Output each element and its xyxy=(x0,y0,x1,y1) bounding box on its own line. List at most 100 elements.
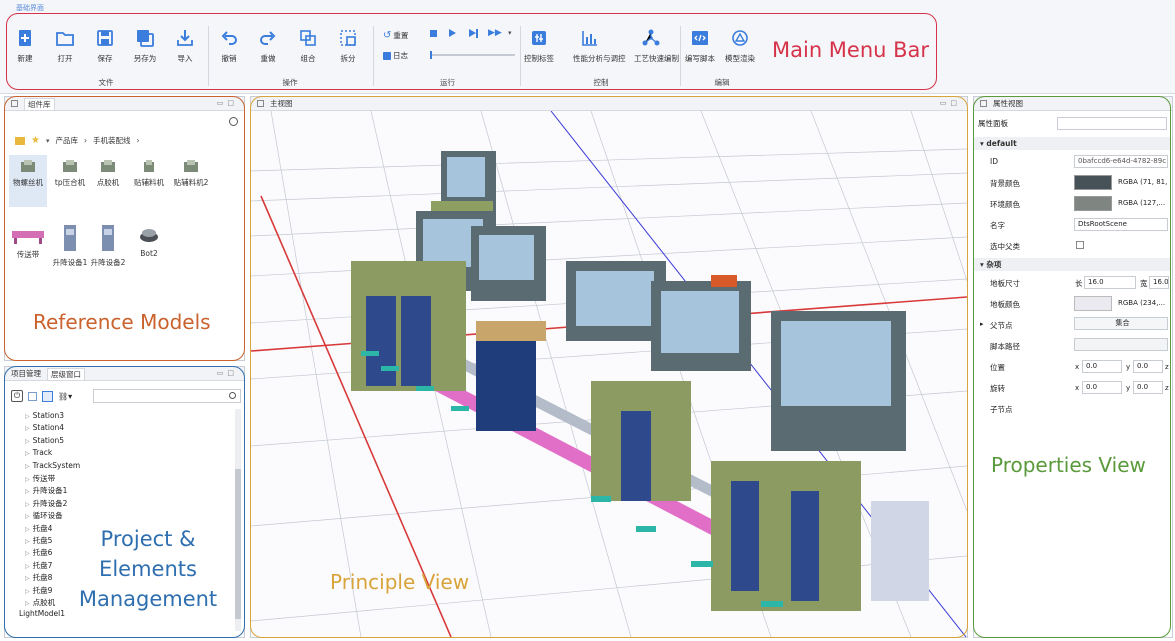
3d-scene-canvas[interactable] xyxy=(251,111,967,637)
tree-item[interactable]: ▷ 托盘8 xyxy=(25,572,52,583)
fast-forward-icon[interactable]: ▶▶ xyxy=(488,29,502,38)
open-button[interactable]: 打开 xyxy=(48,28,82,64)
tree-item[interactable]: ▷ 循环设备 xyxy=(25,510,63,521)
collapse-icon[interactable] xyxy=(28,391,37,401)
component-item[interactable]: Bot2 xyxy=(130,223,168,258)
sort-icon[interactable] xyxy=(42,390,53,402)
tree-item[interactable]: ▷ Station5 xyxy=(25,436,64,445)
chevron-down-icon[interactable]: ▾ xyxy=(46,137,50,145)
pos-x-field[interactable]: 0.0 xyxy=(1082,360,1122,373)
window-controls[interactable]: ▭□ xyxy=(940,99,961,107)
tree-item[interactable]: ▷ 升降设备2 xyxy=(25,498,67,509)
id-field[interactable]: 0bafccd6-e64d-4782-89c xyxy=(1074,155,1168,168)
expand-arrow-icon[interactable]: ▷ xyxy=(25,600,30,607)
speed-slider[interactable] xyxy=(430,51,515,59)
expand-arrow-icon[interactable]: ▷ xyxy=(25,563,30,570)
component-library-tab[interactable]: 组件库 xyxy=(24,97,55,110)
tree-item[interactable]: ▷ 点胶机 xyxy=(25,597,55,608)
script-button[interactable]: 编写脚本 xyxy=(683,28,717,64)
rot-y-field[interactable]: 0.0 xyxy=(1133,381,1163,394)
power-icon[interactable]: ⏻ xyxy=(11,390,23,402)
tree-item[interactable]: ▷ Station3 xyxy=(25,411,64,420)
tree-item[interactable]: ▷ 托盘7 xyxy=(25,560,52,571)
parent-select-checkbox[interactable] xyxy=(1076,241,1084,249)
hierarchy-tab[interactable]: 层级窗口 xyxy=(47,367,85,380)
section-default[interactable]: ▾ default xyxy=(974,137,1170,150)
name-field[interactable]: DtsRootScene xyxy=(1074,218,1168,231)
slider-thumb[interactable] xyxy=(430,51,432,59)
expand-arrow-icon[interactable]: ▷ xyxy=(25,425,30,432)
reset-button[interactable]: ↺ 重置 xyxy=(383,30,408,41)
tab-basic[interactable]: 基础界面 xyxy=(16,3,44,14)
save-button[interactable]: 保存 xyxy=(88,28,122,64)
tree-item[interactable]: ▷ 传送带 xyxy=(25,473,55,484)
parent-node-button[interactable]: 集合 xyxy=(1074,317,1168,330)
script-path-field[interactable] xyxy=(1074,338,1168,351)
render-button[interactable]: 模型渲染 xyxy=(723,28,757,64)
expand-arrow-icon[interactable]: ▷ xyxy=(25,438,30,445)
log-checkbox[interactable]: 日志 xyxy=(383,50,408,61)
expand-arrow-icon[interactable]: ▷ xyxy=(25,538,30,545)
expand-arrow-icon[interactable]: ▷ xyxy=(25,575,30,582)
expand-arrow-icon[interactable]: ▷ xyxy=(25,588,30,595)
save-as-button[interactable]: 另存为 xyxy=(128,28,162,64)
tree-item[interactable]: ▷ Station4 xyxy=(25,423,64,432)
play-icon[interactable] xyxy=(449,29,456,37)
bg-color-swatch[interactable] xyxy=(1074,175,1112,190)
component-item[interactable]: tp压合机 xyxy=(51,159,89,188)
expand-arrow-icon[interactable]: ▷ xyxy=(25,476,30,483)
breadcrumb-item-assembly-line[interactable]: 手机装配线 xyxy=(93,135,131,146)
step-icon[interactable] xyxy=(469,29,476,37)
properties-tab[interactable]: 属性视图 xyxy=(993,98,1023,109)
component-item[interactable]: 贴辅料机 xyxy=(130,159,168,188)
rot-x-field[interactable]: 0.0 xyxy=(1082,381,1122,394)
component-item[interactable]: 物螺丝机 xyxy=(9,155,47,207)
performance-button[interactable]: 性能分析与调控 xyxy=(573,28,626,64)
expand-arrow-icon[interactable]: ▷ xyxy=(25,463,30,470)
window-controls[interactable]: ▭□ xyxy=(217,99,238,107)
chevron-right-icon[interactable]: ▸ xyxy=(980,320,984,328)
expand-arrow-icon[interactable]: ▷ xyxy=(25,488,30,495)
floor-color-swatch[interactable] xyxy=(1074,296,1112,311)
tree-item[interactable]: ▷ Track xyxy=(25,448,52,457)
env-color-swatch[interactable] xyxy=(1074,196,1112,211)
link-icon[interactable]: ⛓▾ xyxy=(58,392,72,401)
group-button[interactable]: 组合 xyxy=(291,28,325,64)
component-item[interactable]: 点胶机 xyxy=(89,159,127,188)
tree-item[interactable]: ▷ 托盘5 xyxy=(25,535,52,546)
component-item[interactable]: 升降设备2 xyxy=(89,223,127,268)
chevron-down-icon[interactable]: ▾ xyxy=(508,29,512,37)
tree-item[interactable]: ▷ 托盘6 xyxy=(25,547,52,558)
component-item[interactable]: 贴辅料机2 xyxy=(171,159,211,188)
expand-arrow-icon[interactable]: ▷ xyxy=(25,413,30,420)
split-button[interactable]: 拆分 xyxy=(331,28,365,64)
hierarchy-search-input[interactable] xyxy=(93,389,241,403)
breadcrumb-item-product-lib[interactable]: 产品库 xyxy=(55,135,78,146)
panel-select[interactable] xyxy=(1057,117,1167,130)
undo-button[interactable]: 撤销 xyxy=(212,28,246,64)
component-item[interactable]: 传送带 xyxy=(9,223,47,260)
expand-arrow-icon[interactable]: ▷ xyxy=(25,513,30,520)
new-button[interactable]: 新建 xyxy=(8,28,42,64)
main-view-tab[interactable]: 主视图 xyxy=(270,98,293,109)
section-misc[interactable]: ▾ 杂项 xyxy=(974,258,1170,271)
pos-y-field[interactable]: 0.0 xyxy=(1133,360,1163,373)
tree-item[interactable]: ▷ 托盘4 xyxy=(25,523,52,534)
tree-item[interactable]: ▷ TrackSystem xyxy=(25,461,80,470)
control-tag-button[interactable]: 控制标签 xyxy=(522,28,556,64)
search-icon[interactable] xyxy=(229,117,238,126)
length-field[interactable]: 16.0 xyxy=(1084,276,1136,289)
process-button[interactable]: 工艺快速编制 xyxy=(634,28,679,64)
expand-arrow-icon[interactable]: ▷ xyxy=(25,550,30,557)
import-button[interactable]: 导入 xyxy=(168,28,202,64)
component-item[interactable]: 升降设备1 xyxy=(51,223,89,268)
width-field[interactable]: 16.0 xyxy=(1149,276,1169,289)
expand-arrow-icon[interactable]: ▷ xyxy=(25,501,30,508)
stop-icon[interactable] xyxy=(430,30,437,37)
tree-item[interactable]: ▷ 升降设备1 xyxy=(25,485,67,496)
project-tab[interactable]: 项目管理 xyxy=(11,368,41,379)
tree-item[interactable]: ▷ 托盘9 xyxy=(25,585,52,596)
window-controls[interactable]: ▭□ xyxy=(217,369,238,377)
expand-arrow-icon[interactable]: ▷ xyxy=(25,526,30,533)
expand-arrow-icon[interactable]: ▷ xyxy=(25,450,30,457)
